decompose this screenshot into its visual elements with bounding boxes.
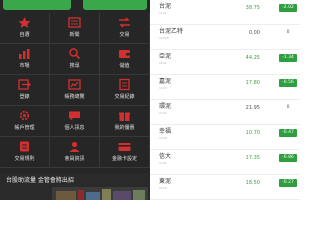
menu-tile[interactable]: 個人訊息	[50, 106, 100, 137]
price-change-badge: -2.02	[279, 4, 297, 12]
menu-tile-label: 搜尋	[69, 63, 80, 69]
price-change-badge: -1.34	[279, 54, 297, 62]
stock-code: 1103	[159, 86, 167, 90]
menu-tile[interactable]: 市場	[0, 44, 50, 75]
stock-price: 18.50	[245, 180, 260, 186]
quote-row[interactable]: 幸福 1108 10.70 -0.47	[150, 125, 300, 150]
menu-tile[interactable]: 儲值	[100, 44, 150, 75]
menu-tile-label: 帳戶管理	[14, 125, 35, 131]
stock-quote-list: 台泥 1101 38.75 -2.02 台泥乙特 1101B 0.00 0 亞泥 1102 44.2…	[150, 0, 300, 200]
menu-tile[interactable]: 帳戶管理	[0, 106, 50, 137]
quote-row[interactable]: 台泥乙特 1101B 0.00 0	[150, 25, 300, 50]
member-icon	[69, 141, 80, 152]
stock-code: 1104	[159, 111, 167, 115]
record-icon	[119, 78, 130, 91]
stock-price: 38.75	[245, 5, 260, 11]
stock-name: 幸福	[159, 128, 172, 135]
stock-code: 1108	[159, 136, 167, 140]
newspaper-icon	[68, 17, 81, 28]
stock-code: 1110	[159, 186, 167, 190]
stock-price: 21.95	[245, 105, 260, 111]
search-icon	[69, 48, 81, 60]
menu-icon-grid: 自選 新聞 交易市場 搜尋 儲值登錄 帳務總覽 交易紀錄帳戶管理 個人訊息 我的優惠交易規則 會員…	[0, 13, 150, 168]
menu-tile-label: 交易	[119, 32, 130, 38]
menu-tile[interactable]: 新聞	[50, 13, 100, 44]
quote-row[interactable]: 嘉泥 1103 17.80 -0.56	[150, 75, 300, 100]
menu-tile-label: 市場	[19, 63, 30, 69]
menu-tile-label: 儲值	[119, 63, 130, 69]
rules-icon	[20, 141, 29, 152]
stock-price: 0.00	[248, 30, 260, 36]
stock-price: 17.80	[245, 80, 260, 86]
menu-tile-label: 交易規則	[14, 156, 35, 162]
menu-tile[interactable]: 搜尋	[50, 44, 100, 75]
settings-icon	[19, 110, 30, 121]
menu-tile[interactable]: 我的優惠	[100, 106, 150, 137]
menu-tile-label: 交易紀錄	[114, 94, 135, 100]
stock-name: 信大	[159, 153, 172, 160]
exchange-icon	[119, 17, 130, 28]
gift-icon	[119, 112, 130, 121]
menu-tile[interactable]: 登錄	[0, 75, 50, 106]
stock-name: 台泥乙特	[159, 28, 184, 35]
menu-tile-label: 個人訊息	[64, 125, 85, 131]
menu-tile-label: 會員資訊	[64, 156, 85, 162]
price-change-badge: -0.27	[279, 179, 297, 187]
menu-tile-label: 金融卡設定	[111, 156, 137, 162]
stock-name: 嘉泥	[159, 78, 172, 85]
quote-row[interactable]: 亞泥 1102 44.25 -1.34	[150, 50, 300, 75]
stock-price: 10.70	[245, 130, 260, 136]
menu-tile-label: 帳務總覽	[64, 94, 85, 100]
quote-row[interactable]: 信大 1109 17.35 -0.86	[150, 150, 300, 175]
top-right-button[interactable]	[83, 0, 147, 10]
side-menu-panel: 自選 新聞 交易市場 搜尋 儲值登錄 帳務總覽 交易紀錄帳戶管理 個人訊息 我的優惠交易規則 會員…	[0, 0, 150, 200]
menu-tile-label: 我的優惠	[114, 125, 135, 131]
promo-title: 台股助流量 金管會將出招	[6, 177, 74, 184]
stock-code: 1101B	[159, 36, 169, 40]
price-change-badge: -0.47	[279, 129, 297, 137]
quote-row[interactable]: 台泥 1101 38.75 -2.02	[150, 0, 300, 25]
stock-price: 44.25	[245, 55, 260, 61]
menu-tile[interactable]: 金融卡設定	[100, 137, 150, 168]
price-change-badge: 0	[286, 105, 290, 110]
card-icon	[118, 143, 131, 151]
price-change-badge: -0.86	[279, 154, 297, 162]
menu-tile[interactable]: 帳務總覽	[50, 75, 100, 106]
login-icon	[18, 79, 31, 90]
account-icon	[68, 79, 81, 90]
quote-row[interactable]: 東泥 1110 18.50 -0.27	[150, 175, 300, 200]
star-icon	[18, 17, 31, 28]
stock-code: 1102	[159, 61, 167, 65]
menu-tile[interactable]: 自選	[0, 13, 50, 44]
stock-name: 台泥	[159, 3, 172, 10]
price-change-badge: 0	[286, 30, 290, 35]
stock-name: 環泥	[159, 103, 172, 110]
stock-name: 東泥	[159, 178, 172, 185]
market-icon	[19, 49, 30, 59]
news-promo-banner[interactable]: 台股助流量 金管會將出招	[0, 173, 150, 200]
stock-price: 17.35	[245, 155, 260, 161]
menu-tile[interactable]: 交易規則	[0, 137, 50, 168]
menu-tile[interactable]: 交易紀錄	[100, 75, 150, 106]
stock-code: 1101	[159, 11, 167, 15]
quote-row[interactable]: 環泥 1104 21.95 0	[150, 100, 300, 125]
menu-tile-label: 自選	[19, 32, 30, 38]
menu-tile-label: 新聞	[69, 32, 80, 38]
message-icon	[69, 111, 80, 121]
top-left-button[interactable]	[3, 0, 71, 10]
stock-code: 1109	[159, 161, 167, 165]
wallet-icon	[119, 50, 130, 58]
promo-image	[52, 187, 148, 200]
menu-tile[interactable]: 會員資訊	[50, 137, 100, 168]
stock-name: 亞泥	[159, 53, 172, 60]
price-change-badge: -0.56	[279, 79, 297, 87]
menu-tile-label: 登錄	[19, 94, 30, 100]
menu-tile[interactable]: 交易	[100, 13, 150, 44]
